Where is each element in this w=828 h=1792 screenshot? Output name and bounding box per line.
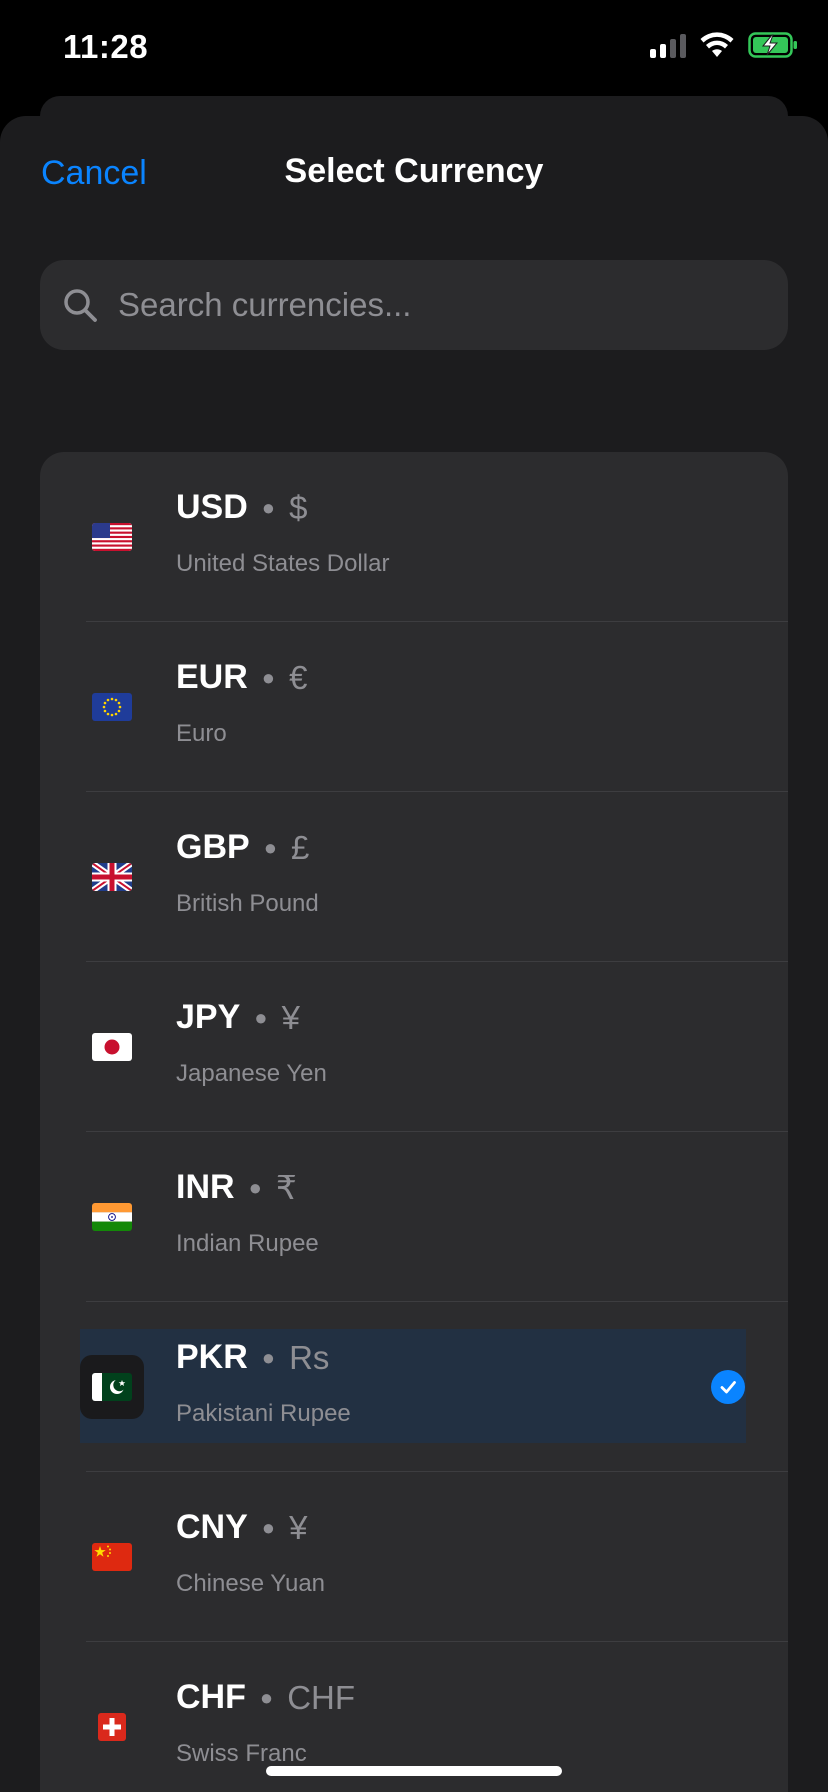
currency-code-line: JPY ● ¥ <box>176 998 300 1037</box>
search-bar[interactable] <box>40 260 788 350</box>
currency-name: Euro <box>176 720 227 747</box>
currency-symbol: ₹ <box>275 1169 297 1206</box>
currency-list: USD ● $ United States Dollar EUR ● € Eur… <box>40 452 788 1792</box>
flag-container <box>80 1015 144 1079</box>
currency-row-gbp[interactable]: GBP ● £ British Pound <box>40 792 788 962</box>
flag-container <box>80 845 144 909</box>
currency-code-line: CNY ● ¥ <box>176 1508 307 1547</box>
cancel-button[interactable]: Cancel <box>41 154 147 193</box>
checkmark-icon <box>711 1370 745 1404</box>
uk-flag-icon <box>92 863 132 891</box>
currency-symbol: € <box>289 658 308 696</box>
currency-code: JPY <box>176 998 241 1036</box>
separator-dot: ● <box>261 1344 276 1370</box>
currency-symbol: CHF <box>287 1678 356 1716</box>
currency-code: CNY <box>176 1508 248 1546</box>
separator-dot: ● <box>261 1514 276 1540</box>
separator-dot: ● <box>263 834 277 860</box>
currency-code: CHF <box>176 1678 246 1716</box>
currency-code: PKR <box>176 1338 248 1376</box>
japan-flag-icon <box>92 1033 132 1061</box>
flag-container <box>80 505 144 569</box>
currency-row-usd[interactable]: USD ● $ United States Dollar <box>40 452 788 622</box>
currency-code: USD <box>176 488 248 526</box>
currency-row-cny[interactable]: CNY ● ¥ Chinese Yuan <box>40 1472 788 1642</box>
currency-symbol: £ <box>290 828 310 866</box>
currency-row-pkr[interactable]: PKR ● Rs Pakistani Rupee <box>40 1302 788 1472</box>
currency-code-line: CHF ● CHF <box>176 1678 355 1717</box>
china-flag-icon <box>92 1543 132 1571</box>
currency-name: British Pound <box>176 890 319 917</box>
currency-code-line: INR ● ₹ <box>176 1168 297 1207</box>
separator-dot: ● <box>261 664 276 690</box>
currency-name: Chinese Yuan <box>176 1570 326 1597</box>
currency-row-eur[interactable]: EUR ● € Euro <box>40 622 788 792</box>
separator-dot: ● <box>259 1684 274 1710</box>
india-flag-icon <box>92 1203 132 1231</box>
currency-name: United States Dollar <box>176 550 390 577</box>
switzerland-flag-icon <box>98 1713 126 1741</box>
pakistan-flag-icon <box>92 1373 132 1401</box>
eu-flag-icon <box>92 693 132 721</box>
flag-container <box>80 1525 144 1589</box>
status-time: 11:28 <box>63 28 149 65</box>
currency-code-line: EUR ● € <box>176 658 307 697</box>
currency-code: INR <box>176 1168 235 1206</box>
wifi-icon <box>700 32 734 57</box>
status-bar: 11:28 <box>0 0 828 100</box>
currency-picker-sheet: Select Currency Cancel Search currencies… <box>0 116 828 1792</box>
currency-name: Pakistani Rupee <box>176 1400 351 1427</box>
currency-name: Indian Rupee <box>176 1230 319 1257</box>
currency-symbol: ¥ <box>281 998 300 1036</box>
currency-code-line: USD ● $ <box>176 488 307 527</box>
flag-container <box>80 1355 144 1419</box>
currency-code: GBP <box>176 828 250 866</box>
search-input[interactable] <box>116 285 788 325</box>
currency-code: EUR <box>176 658 248 696</box>
currency-code-line: PKR ● Rs <box>176 1338 329 1377</box>
currency-symbol: ¥ <box>289 1508 308 1546</box>
home-indicator[interactable] <box>266 1766 562 1776</box>
status-icons <box>650 32 798 58</box>
currency-code-line: GBP ● £ <box>176 828 309 867</box>
currency-row-inr[interactable]: INR ● ₹ Indian Rupee <box>40 1132 788 1302</box>
currency-name: Swiss Franc <box>176 1740 307 1767</box>
currency-name: Japanese Yen <box>176 1060 327 1087</box>
currency-symbol: $ <box>289 488 308 526</box>
search-icon <box>64 289 97 322</box>
flag-container <box>80 1695 144 1759</box>
currency-row-jpy[interactable]: JPY ● ¥ Japanese Yen <box>40 962 788 1132</box>
separator-dot: ● <box>261 494 276 520</box>
flag-container <box>80 675 144 739</box>
separator-dot: ● <box>248 1174 262 1200</box>
battery-charging-icon <box>748 32 797 58</box>
cellular-signal-icon <box>650 32 686 58</box>
flag-container <box>80 1185 144 1249</box>
separator-dot: ● <box>254 1004 268 1030</box>
sheet-header: Select Currency Cancel <box>0 116 828 226</box>
us-flag-icon <box>92 523 132 551</box>
currency-symbol: Rs <box>289 1338 330 1376</box>
